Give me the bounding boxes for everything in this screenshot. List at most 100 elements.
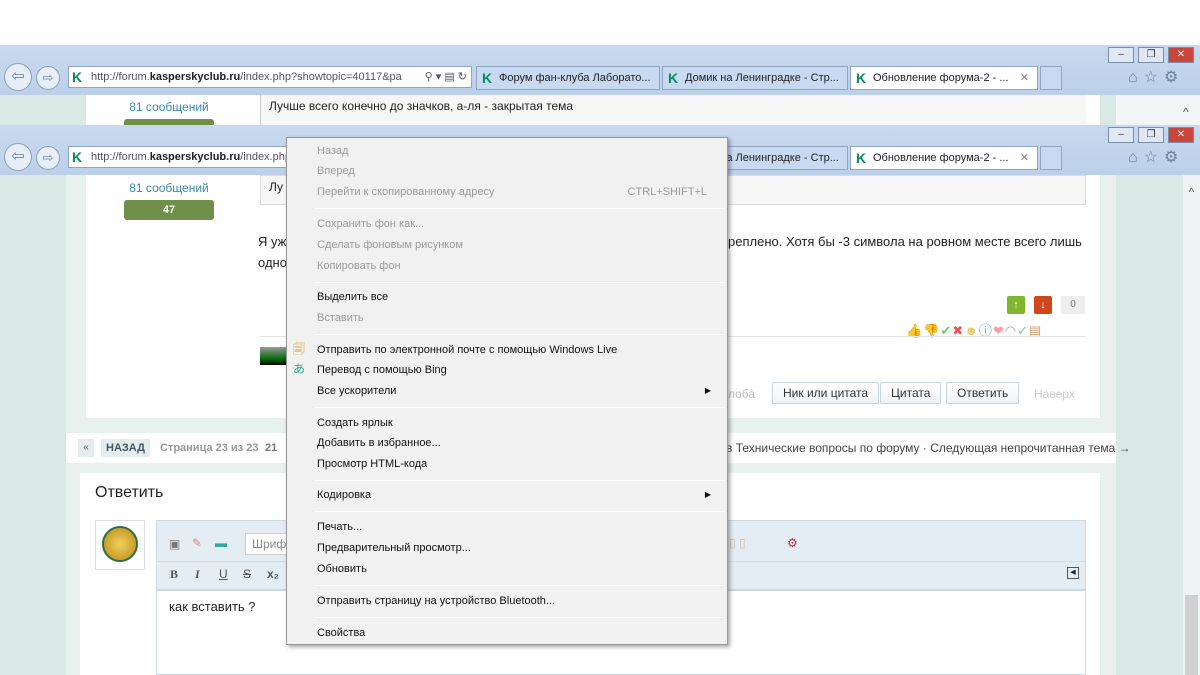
menu-separator bbox=[315, 617, 725, 618]
scroll-up-icon[interactable]: ^ bbox=[1183, 105, 1189, 119]
close-tab-icon[interactable]: ✕ bbox=[1020, 147, 1029, 169]
menu-item[interactable]: Кодировка ▶ bbox=[317, 485, 711, 505]
menu-separator bbox=[315, 282, 725, 283]
strike-button[interactable]: S bbox=[243, 567, 251, 581]
menu-item[interactable]: Просмотр HTML-кода bbox=[317, 454, 711, 474]
menu-item[interactable]: Копировать фон bbox=[317, 256, 711, 276]
tab-3[interactable]: K Обновление форума-2 - ... ✕ bbox=[850, 146, 1038, 170]
messages-count: 81 сообщений bbox=[129, 100, 209, 114]
next-unread-link[interactable]: в Технические вопросы по форуму · Следую… bbox=[726, 441, 1131, 455]
menu-item[interactable]: Обновить bbox=[317, 559, 711, 579]
minimize-button[interactable]: – bbox=[1108, 127, 1134, 143]
forward-button[interactable]: ⇨ bbox=[36, 66, 60, 90]
shortcut-label: CTRL+SHIFT+L bbox=[627, 186, 707, 198]
subscript-button[interactable]: x₂ bbox=[267, 567, 279, 581]
menu-item[interactable]: Сделать фоновым рисунком bbox=[317, 235, 711, 255]
hr-icon[interactable]: ▬ bbox=[215, 536, 227, 550]
menu-item[interactable]: Печать... bbox=[317, 517, 711, 537]
submenu-arrow-icon: ▶ bbox=[704, 490, 711, 499]
star-icon[interactable]: ☆ bbox=[1144, 149, 1164, 166]
back-button[interactable]: ⇦ bbox=[4, 63, 32, 91]
menu-item[interactable]: Добавить в избранное... bbox=[317, 433, 711, 453]
menu-item[interactable]: Предварительный просмотр... bbox=[317, 538, 711, 558]
back-page-button[interactable]: НАЗАД bbox=[101, 439, 150, 457]
rating-count: 0 bbox=[1061, 296, 1085, 314]
back-button[interactable]: ⇦ bbox=[4, 143, 32, 171]
menu-item-label: Вперед bbox=[317, 165, 355, 177]
menu-item[interactable]: Перейти к скопированному адресу CTRL+SHIF… bbox=[317, 182, 711, 202]
menu-item[interactable]: Создать ярлык bbox=[317, 413, 711, 433]
menu-item-label: Перевод с помощью Bing bbox=[317, 364, 447, 376]
complaint-link[interactable]: лоба bbox=[728, 387, 755, 401]
post-body-start: Я уж одно bbox=[258, 234, 287, 270]
first-page-button[interactable]: « bbox=[78, 439, 94, 457]
restore-button[interactable]: ❐ bbox=[1138, 127, 1164, 143]
underline-button[interactable]: U bbox=[219, 567, 228, 581]
page-info: Страница 23 из 23 bbox=[160, 442, 259, 454]
paste-icon[interactable]: ▯ ▯ bbox=[729, 536, 746, 550]
menu-item-label: Кодировка bbox=[317, 489, 372, 501]
eraser-icon[interactable]: ✎ bbox=[192, 536, 202, 550]
close-window-button[interactable]: ✕ bbox=[1168, 47, 1194, 63]
tab-2[interactable]: KДомик на Ленинградке - Стр... bbox=[662, 66, 848, 90]
vote-down-button[interactable]: ↓ bbox=[1034, 296, 1052, 314]
restore-button[interactable]: ❐ bbox=[1138, 47, 1164, 63]
menu-item[interactable]: Вставить bbox=[317, 308, 711, 328]
reply-button[interactable]: Ответить bbox=[946, 382, 1020, 404]
kaspersky-icon: K bbox=[856, 150, 867, 166]
gear-icon[interactable]: ⚙ bbox=[1164, 69, 1184, 86]
menu-item[interactable]: Отправить по электронной почте с помощью… bbox=[293, 340, 711, 360]
star-icon[interactable]: ☆ bbox=[1144, 69, 1164, 86]
menu-item[interactable]: Назад bbox=[317, 141, 711, 161]
bold-button[interactable]: B bbox=[170, 567, 178, 582]
kaspersky-icon: K bbox=[72, 69, 83, 85]
tab-3[interactable]: K Обновление форума-2 - ... ✕ bbox=[850, 66, 1038, 90]
menu-item-label: Вставить bbox=[317, 312, 364, 324]
menu-item[interactable]: Выделить все bbox=[317, 287, 711, 307]
source-icon[interactable]: ▣ bbox=[169, 537, 180, 551]
address-bar[interactable]: Khttp://forum.kasperskyclub.ru/index.php… bbox=[68, 66, 472, 88]
scrollbar[interactable]: ^ bbox=[1183, 175, 1200, 675]
vote-up-button[interactable]: ↑ bbox=[1007, 296, 1025, 314]
menu-item-label: Добавить в избранное... bbox=[317, 437, 441, 449]
messages-count: 81 сообщений bbox=[129, 181, 209, 195]
menu-item-label: Все ускорители bbox=[317, 385, 397, 397]
collapse-toolbar-icon[interactable]: ◀ bbox=[1067, 567, 1079, 579]
new-tab-button[interactable] bbox=[1040, 66, 1062, 90]
minimize-button[interactable]: – bbox=[1108, 47, 1134, 63]
tab-1[interactable]: K Форум фан-клуба Лаборато... bbox=[476, 66, 660, 90]
italic-button[interactable]: I bbox=[195, 567, 200, 582]
menu-item[interactable]: Отправить страницу на устройство Bluetoo… bbox=[317, 591, 711, 611]
kaspersky-icon: K bbox=[72, 149, 83, 165]
browser-chrome-top: ⇦ ⇨ Khttp://forum.kasperskyclub.ru/index… bbox=[0, 45, 1200, 95]
menu-item[interactable]: Свойства bbox=[317, 623, 711, 643]
quote-button[interactable]: Цитата bbox=[880, 382, 942, 404]
nick-quote-button[interactable]: Ник или цитата bbox=[772, 382, 880, 404]
quote-box: Лучше всего конечно до значков, а-ля - з… bbox=[260, 95, 1086, 125]
menu-separator bbox=[315, 407, 725, 408]
gear-icon[interactable]: ⚙ bbox=[1164, 149, 1184, 166]
close-window-button[interactable]: ✕ bbox=[1168, 127, 1194, 143]
menu-item-label: Создать ярлык bbox=[317, 417, 393, 429]
toolbar-icons: ⌂☆⚙ bbox=[1128, 147, 1184, 167]
menu-item-label: Сохранить фон как... bbox=[317, 218, 425, 230]
to-top-link[interactable]: Наверх bbox=[1034, 387, 1075, 401]
menu-item[interactable]: Перевод с помощью Bing あ bbox=[293, 360, 711, 380]
new-tab-button[interactable] bbox=[1040, 146, 1062, 170]
forward-button[interactable]: ⇨ bbox=[36, 146, 60, 170]
signature-image bbox=[260, 347, 288, 365]
menu-separator bbox=[315, 334, 725, 335]
menu-item-label: Свойства bbox=[317, 627, 366, 639]
menu-item[interactable]: Вперед bbox=[317, 161, 711, 181]
close-tab-icon[interactable]: ✕ bbox=[1020, 67, 1029, 89]
home-icon[interactable]: ⌂ bbox=[1128, 69, 1144, 86]
menu-item-label: Перейти к скопированному адресу bbox=[317, 186, 495, 198]
remove-format-icon[interactable]: ⚙ bbox=[787, 536, 798, 550]
menu-item[interactable]: Все ускорители ▶ bbox=[317, 381, 711, 401]
kaspersky-icon: K bbox=[668, 70, 679, 86]
home-icon[interactable]: ⌂ bbox=[1128, 149, 1144, 166]
page-21-link[interactable]: 21 bbox=[265, 442, 277, 454]
menu-item[interactable]: Сохранить фон как... bbox=[317, 214, 711, 234]
windows-live-mail-icon: 🗐 bbox=[293, 342, 305, 356]
search-icon[interactable]: ⚲ ▾ ▤ ↻ bbox=[420, 67, 467, 87]
